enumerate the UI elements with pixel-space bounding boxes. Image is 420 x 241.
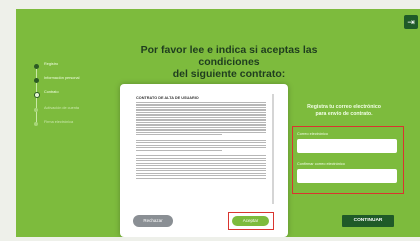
contract-text-line <box>136 121 266 124</box>
page-title-line2: del siguiente contrato: <box>172 68 286 80</box>
accept-button[interactable]: Aceptar <box>232 216 269 226</box>
contract-text-line <box>136 144 266 146</box>
contract-text-line <box>136 160 266 162</box>
step-label: Activación de cuenta <box>44 106 80 110</box>
step-dot <box>34 78 39 83</box>
contract-text-line <box>136 102 266 104</box>
contract-text-line <box>136 119 266 121</box>
step-dot <box>34 92 40 98</box>
contract-text-line <box>136 165 266 167</box>
step-label: Firma electrónica <box>44 120 74 124</box>
step-label: Registro <box>44 62 59 66</box>
reject-button[interactable]: Rechazar <box>133 215 173 227</box>
contract-text-line <box>136 124 266 126</box>
contract-text-line <box>136 177 266 179</box>
page-title: Por favor lee e indica si aceptas las co… <box>124 44 334 80</box>
step-firma: Firma electrónica <box>30 117 110 135</box>
step-dot <box>34 108 38 112</box>
contract-text-line <box>136 155 266 157</box>
contract-text-line <box>136 106 266 109</box>
contract-text-line <box>136 167 266 169</box>
contract-text-line <box>136 116 266 119</box>
contract-text-line <box>136 157 266 159</box>
contract-text-line <box>136 111 266 114</box>
email-label: Correo electrónico <box>297 132 329 136</box>
contract-text-line <box>136 175 266 177</box>
page-title-line1: Por favor lee e indica si aceptas las co… <box>140 44 318 68</box>
contract-text-line <box>136 172 266 174</box>
contract-text-line <box>136 126 266 129</box>
contract-scrollbar[interactable] <box>272 96 274 118</box>
confirm-email-field[interactable] <box>297 169 397 183</box>
contract-text-line <box>136 139 266 141</box>
step-label: Información personal <box>44 76 80 80</box>
contract-text-line <box>136 104 266 106</box>
email-fields-highlight: Correo electrónico Confirmar correo elec… <box>292 126 404 194</box>
contract-text-line <box>136 147 266 149</box>
email-title-line1: Registra tu correo electrónico <box>307 104 381 110</box>
contract-modal: CONTRATO DE ALTA DE USUARIO Rechazar Ace… <box>120 84 288 237</box>
app-frame: ⇥ Por favor lee e indica si aceptas las … <box>16 9 420 237</box>
step-dot <box>34 64 39 69</box>
confirm-email-label: Confirmar correo electrónico <box>297 162 345 166</box>
step-label: Contrato <box>44 90 59 94</box>
email-field[interactable] <box>297 139 397 153</box>
step-dot <box>34 122 38 126</box>
exit-icon[interactable]: ⇥ <box>404 15 418 29</box>
email-section-title: Registra tu correo electrónico para enví… <box>284 104 404 118</box>
accept-highlight: Aceptar <box>228 212 274 230</box>
contract-text-line <box>136 129 266 131</box>
contract-document[interactable]: CONTRATO DE ALTA DE USUARIO <box>134 94 274 204</box>
contract-text-line <box>136 131 266 133</box>
contract-text-line <box>136 142 266 144</box>
contract-title: CONTRATO DE ALTA DE USUARIO <box>136 96 199 100</box>
continue-button[interactable]: CONTINUAR <box>342 215 394 227</box>
email-title-line2: para envío de contrato. <box>315 111 373 117</box>
contract-text-line <box>136 114 266 116</box>
contract-text-line <box>136 170 266 172</box>
contract-text-line <box>136 162 266 164</box>
contract-text-line <box>136 109 266 111</box>
